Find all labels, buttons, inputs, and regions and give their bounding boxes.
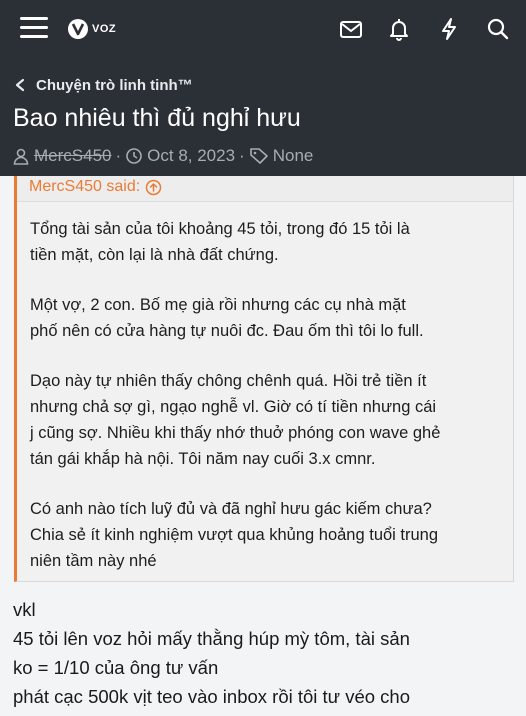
quote-line: j cũng sợ. Nhiều khi thấy nhớ thuở phóng… [30, 424, 441, 442]
logo-mark-icon [68, 19, 88, 39]
tag-icon [249, 148, 268, 164]
mail-icon[interactable] [338, 16, 364, 42]
quote-paragraph: Tổng tài sản của tôi khoảng 45 tỏi, tron… [30, 216, 503, 268]
meta-separator: · [115, 146, 122, 165]
quote-line: niên tầm này nhé [30, 552, 157, 570]
reply-line: 45 tỏi lên voz hỏi mấy thằng húp mỳ tôm,… [13, 628, 410, 649]
quote-paragraph: Một vợ, 2 con. Bố mẹ già rồi nhưng các c… [30, 292, 503, 344]
quote-line: nhưng chả sợ gì, ngạo nghễ vl. Giờ có tí… [30, 398, 437, 416]
thread-date[interactable]: Oct 8, 2023 [147, 146, 235, 166]
clock-icon [126, 148, 142, 164]
quote-header[interactable]: MercS450 said: [29, 176, 162, 198]
thread-meta: MercS450 · Oct 8, 2023 · None [12, 145, 313, 167]
breadcrumb[interactable]: Chuyện trò linh tinh™ [14, 74, 193, 96]
quote-line: Có anh nào tích luỹ đủ và đã nghỉ hưu gá… [30, 500, 432, 518]
reply-line: ko = 1/10 của ông tư vấn [13, 657, 219, 678]
search-icon[interactable] [485, 16, 511, 42]
meta-separator: · [239, 146, 245, 165]
quote-author[interactable]: MercS450 said: [29, 178, 140, 196]
arrow-up-circle-icon[interactable] [145, 179, 162, 196]
reply-line: phát cạc 500k vịt teo vào inbox rồi tôi … [13, 686, 411, 707]
reply-line: vkl [13, 599, 36, 620]
site-header: VOZ Chuyện trò linh tinh™ Bao nhiêu thì … [0, 0, 526, 176]
site-logo[interactable]: VOZ [68, 18, 116, 40]
reply-body: vkl 45 tỏi lên voz hỏi mấy thằng húp mỳ … [13, 595, 523, 711]
user-icon [13, 148, 29, 165]
quote-line: tán gái khắp hà nội. Tôi năm nay cuối 3.… [30, 450, 376, 468]
quote-line: phố nên có cửa hàng tự nuôi đc. Đau ốm t… [30, 322, 424, 340]
bell-icon[interactable] [386, 16, 412, 42]
quote-line: Chia sẻ ít kinh nghiệm vượt qua khủng ho… [30, 526, 439, 544]
chevron-left-icon [15, 78, 25, 92]
quote-line: tiền mặt, còn lại là nhà đất chứng. [30, 246, 279, 264]
quote-paragraph: Dạo này tự nhiên thấy chông chênh quá. H… [30, 368, 503, 472]
quote-block: MercS450 said: Tổng tài sản của tôi khoả… [14, 176, 514, 582]
quote-body: Tổng tài sản của tôi khoảng 45 tỏi, tron… [17, 201, 513, 581]
page-title: Bao nhiêu thì đủ nghỉ hưu [13, 104, 301, 132]
breadcrumb-label[interactable]: Chuyện trò linh tinh™ [36, 77, 193, 94]
quote-line: Tổng tài sản của tôi khoảng 45 tỏi, tron… [30, 220, 410, 238]
quote-paragraph: Có anh nào tích luỹ đủ và đã nghỉ hưu gá… [30, 496, 503, 574]
lightning-icon[interactable] [436, 16, 462, 42]
menu-icon[interactable] [20, 17, 48, 39]
quote-line: Dạo này tự nhiên thấy chông chênh quá. H… [30, 372, 427, 390]
thread-author[interactable]: MercS450 [34, 146, 111, 166]
thread-tags[interactable]: None [273, 146, 314, 166]
quote-line: Một vợ, 2 con. Bố mẹ già rồi nhưng các c… [30, 296, 406, 314]
logo-text: VOZ [92, 23, 117, 35]
top-nav: VOZ [0, 0, 526, 58]
